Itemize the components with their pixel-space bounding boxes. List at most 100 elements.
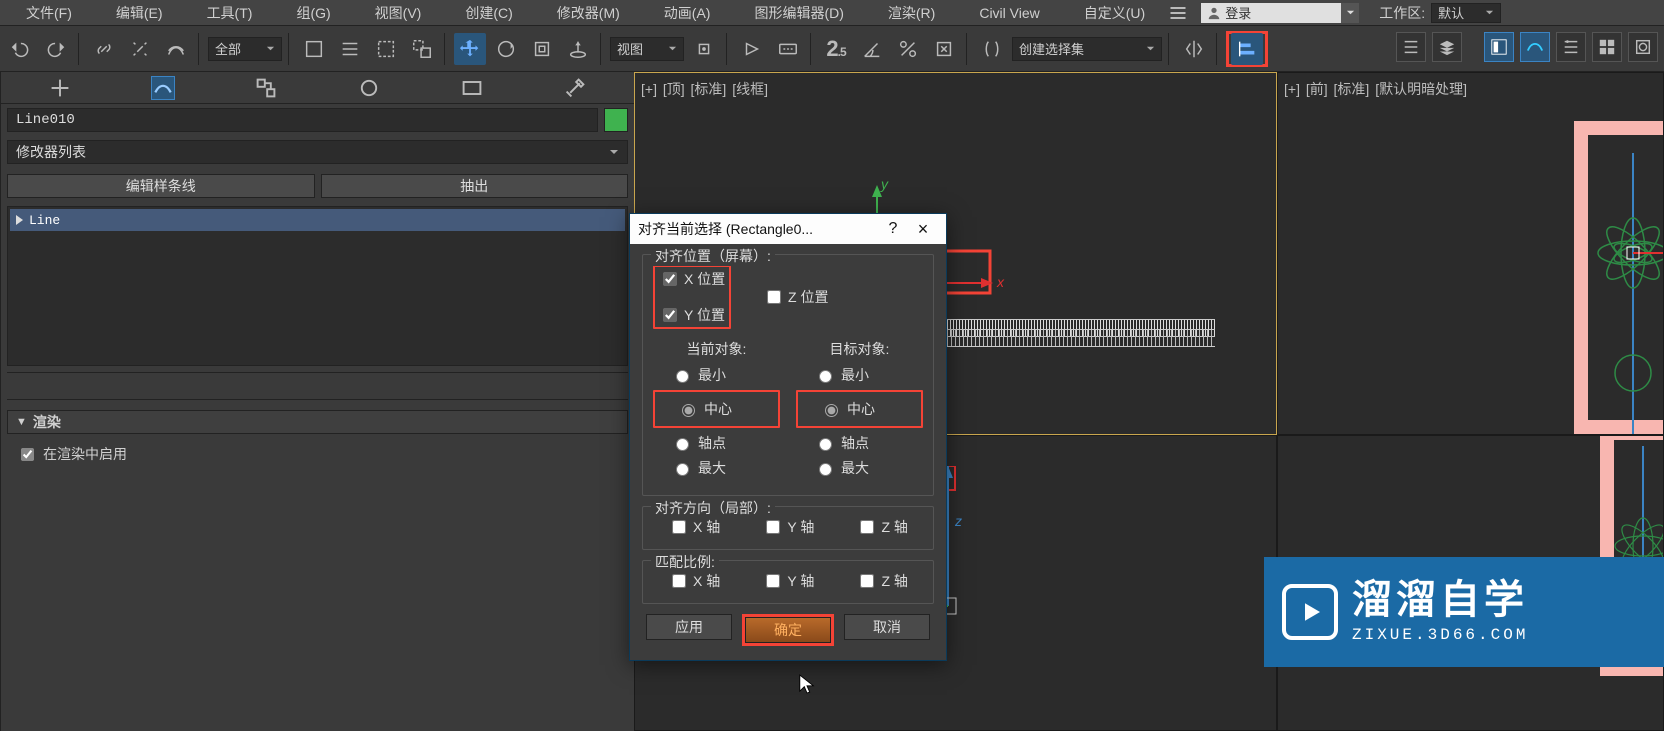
redo-icon[interactable]	[40, 33, 72, 65]
select-scale-icon[interactable]	[526, 33, 558, 65]
align-icon[interactable]	[1231, 33, 1263, 65]
menu-create[interactable]: 创建(C)	[443, 0, 534, 26]
rollout-render-header[interactable]: ▼ 渲染	[7, 410, 628, 434]
scale-z-checkbox[interactable]: Z 轴	[856, 571, 907, 591]
named-selection-dropdown[interactable]: 创建选择集	[1012, 37, 1162, 61]
menu-graph[interactable]: 图形编辑器(D)	[732, 0, 865, 26]
mouse-cursor-icon	[798, 673, 816, 695]
main-toolbar: 全部 视图 2.5 创建选择集	[0, 26, 1664, 72]
edit-named-sel-icon[interactable]	[976, 33, 1008, 65]
rollout-render-body: 在渲染中启用	[7, 436, 628, 478]
snap-toggle-icon[interactable]: 2.5	[820, 33, 852, 65]
current-min-radio[interactable]: 最小	[653, 365, 780, 385]
login-dropdown-icon[interactable]	[1341, 3, 1359, 23]
current-max-radio[interactable]: 最大	[653, 458, 780, 478]
manipulate-icon[interactable]	[736, 33, 768, 65]
toggle-scene-explorer-icon[interactable]	[1396, 32, 1426, 62]
create-tab-icon[interactable]	[48, 76, 72, 100]
spinner-snap-icon[interactable]	[928, 33, 960, 65]
material-editor-icon[interactable]	[1592, 32, 1622, 62]
dialog-close-icon[interactable]: ×	[908, 219, 938, 240]
viewport-top-label[interactable]: [+] [顶] [标准] [线框]	[641, 79, 770, 99]
keyboard-shortcut-icon[interactable]	[772, 33, 804, 65]
scale-y-checkbox[interactable]: Y 轴	[762, 571, 814, 591]
ref-coord-dropdown[interactable]: 视图	[610, 37, 684, 61]
cancel-button[interactable]: 取消	[844, 614, 930, 640]
menu-file[interactable]: 文件(F)	[4, 0, 94, 26]
menu-render[interactable]: 渲染(R)	[866, 0, 957, 26]
viewport-front[interactable]: [+] [前] [标准] [默认明暗处理] x	[1277, 72, 1664, 435]
expand-icon[interactable]	[16, 215, 23, 225]
svg-text:x: x	[996, 274, 1005, 290]
menu-overflow-icon[interactable]	[1167, 0, 1189, 29]
menu-view[interactable]: 视图(V)	[353, 0, 444, 26]
extrude-button[interactable]: 抽出	[321, 174, 629, 198]
login-button[interactable]: 登录	[1201, 3, 1341, 23]
target-pivot-radio[interactable]: 轴点	[796, 433, 923, 453]
select-object-icon[interactable]	[298, 33, 330, 65]
current-pivot-radio[interactable]: 轴点	[653, 433, 780, 453]
menu-anim[interactable]: 动画(A)	[642, 0, 733, 26]
current-center-radio[interactable]: 中心	[659, 399, 774, 419]
group-align-orientation: 对齐方向（局部）: X 轴 Y 轴 Z 轴	[642, 506, 934, 550]
layer-explorer-icon[interactable]	[1432, 32, 1462, 62]
motion-tab-icon[interactable]	[357, 76, 381, 100]
undo-icon[interactable]	[4, 33, 36, 65]
render-setup-icon[interactable]	[1628, 32, 1658, 62]
x-position-checkbox[interactable]: X 位置	[659, 269, 725, 289]
object-color-swatch[interactable]	[604, 108, 628, 132]
viewport-front-label[interactable]: [+] [前] [标准] [默认明暗处理]	[1284, 79, 1469, 99]
modifier-list-dropdown[interactable]: 修改器列表	[7, 140, 628, 164]
angle-snap-icon[interactable]	[856, 33, 888, 65]
target-min-radio[interactable]: 最小	[796, 365, 923, 385]
object-name-input[interactable]: Line010	[7, 108, 598, 132]
bind-icon[interactable]	[160, 33, 192, 65]
workspace-selector: 工作区: 默认	[1379, 3, 1501, 23]
group-match-scale: 匹配比例: X 轴 Y 轴 Z 轴	[642, 560, 934, 604]
select-by-name-icon[interactable]	[334, 33, 366, 65]
orient-x-checkbox[interactable]: X 轴	[668, 517, 720, 537]
ok-button[interactable]: 确定	[745, 617, 831, 643]
menu-group[interactable]: 组(G)	[274, 0, 352, 26]
unlink-icon[interactable]	[124, 33, 156, 65]
menu-custom[interactable]: 自定义(U)	[1062, 0, 1167, 26]
menu-modifier[interactable]: 修改器(M)	[535, 0, 642, 26]
front-scene: x	[1578, 153, 1664, 435]
modifier-stack[interactable]: Line	[7, 206, 628, 366]
link-icon[interactable]	[88, 33, 120, 65]
select-move-icon[interactable]	[454, 33, 486, 65]
mirror-icon[interactable]	[1178, 33, 1210, 65]
target-max-radio[interactable]: 最大	[796, 458, 923, 478]
selection-filter-dropdown[interactable]: 全部	[208, 37, 282, 61]
menu-edit[interactable]: 编辑(E)	[94, 0, 185, 26]
window-crossing-icon[interactable]	[406, 33, 438, 65]
apply-button[interactable]: 应用	[646, 614, 732, 640]
watermark-play-icon	[1282, 584, 1338, 640]
pivot-center-icon[interactable]	[688, 33, 720, 65]
dialog-titlebar[interactable]: 对齐当前选择 (Rectangle0... ? ×	[630, 214, 946, 244]
menu-civil[interactable]: Civil View	[957, 2, 1061, 24]
z-position-checkbox[interactable]: Z 位置	[763, 287, 828, 307]
enable-in-render-checkbox[interactable]: 在渲染中启用	[17, 444, 618, 464]
percent-snap-icon[interactable]	[892, 33, 924, 65]
target-center-radio[interactable]: 中心	[802, 399, 917, 419]
schematic-view-icon[interactable]	[1556, 32, 1586, 62]
hierarchy-tab-icon[interactable]	[254, 76, 278, 100]
dialog-help-icon[interactable]: ?	[878, 220, 908, 238]
modify-tab-icon[interactable]	[151, 76, 175, 100]
select-place-icon[interactable]	[562, 33, 594, 65]
select-rotate-icon[interactable]	[490, 33, 522, 65]
scale-x-checkbox[interactable]: X 轴	[668, 571, 720, 591]
select-region-rect-icon[interactable]	[370, 33, 402, 65]
menu-tools[interactable]: 工具(T)	[185, 0, 275, 26]
curve-editor-icon[interactable]	[1484, 32, 1514, 62]
display-tab-icon[interactable]	[460, 76, 484, 100]
stack-item-line[interactable]: Line	[10, 209, 625, 231]
edit-spline-button[interactable]: 编辑样条线	[7, 174, 315, 198]
orient-y-checkbox[interactable]: Y 轴	[762, 517, 814, 537]
orient-z-checkbox[interactable]: Z 轴	[856, 517, 907, 537]
y-position-checkbox[interactable]: Y 位置	[659, 305, 725, 325]
dope-sheet-icon[interactable]	[1520, 32, 1550, 62]
utilities-tab-icon[interactable]	[563, 76, 587, 100]
workspace-dropdown[interactable]: 默认	[1431, 3, 1501, 23]
